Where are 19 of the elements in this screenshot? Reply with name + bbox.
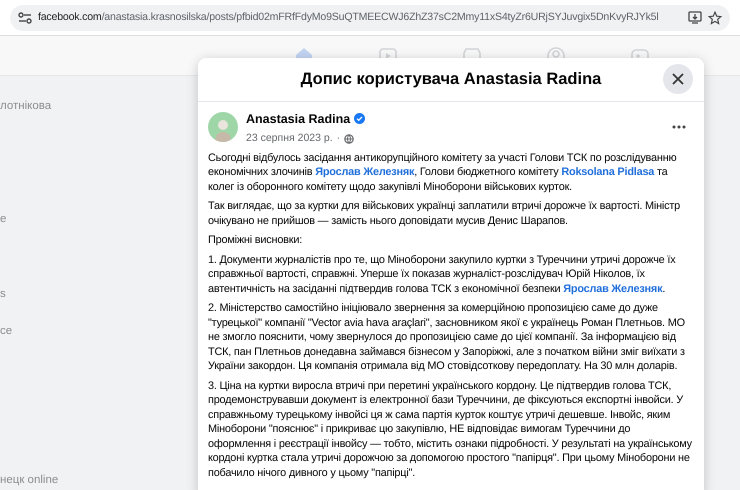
post-date[interactable]: 23 серпня 2023 р. bbox=[246, 131, 333, 147]
post-paragraph: 3. Ціна на куртки виросла втричі при перетині українського кордону. Це підтвердив голова ТСК, продемонструвавши документ із електронної бази Туреччини, де фіксуються експортні інвойси. У справжньому турецькому інвойсі ця ж сама партія курток коштує утричі дешевше. Інвойс, яким Міноборони "пояснює" і прикриває цю закупівлю, НЕ відповідає вимогам Туреччини до оформлення і реєстрації інвойсу — тобто, містить ознаки підробності. У результаті на українському кордоні куртка стала утричі дорожчою за допомогою простого "папірця". При цьому Міноборони не побачило нічого дивного у цьому "папірці". bbox=[208, 378, 693, 480]
separator: · bbox=[336, 131, 340, 146]
author-name[interactable]: Anastasia Radina bbox=[246, 110, 350, 128]
post-paragraph: Так виглядає, що за куртки для військових українці заплатили втричі дорожче їх вартості. Міністр очікувано не прийшов — замість нього доповідати мусив Денис Шарапов. bbox=[208, 199, 681, 228]
sidebar-item[interactable]: ce bbox=[0, 323, 12, 340]
profile-link[interactable]: Ярослав Железняк bbox=[315, 166, 414, 178]
sidebar-item[interactable]: лотнікова bbox=[0, 98, 52, 116]
post-paragraph: 1. Документи журналістів про те, що Міноборони закупило куртки з Туреччини утричі дорожче їх справжньої вартості, справжні. Уперше їх показав журналіст-розслідувач Юрій Ніколов, їх автентичність на засіданні підтвердив голова ТСК з економічної безпеки Ярослав Железняк. bbox=[208, 252, 676, 296]
address-bar[interactable]: facebook.com/anastasia.krasnosilska/posts/pfbid02mFRfFdyMo9SuQTMEECWJ6ZhZ37sC2Mmy11xS4tyZr6URjSYJuvgix5DnKvyRJYk5l bbox=[10, 4, 730, 30]
profile-link[interactable]: Ярослав Железняк bbox=[563, 282, 662, 295]
post-paragraph: Проміжні висновки: bbox=[208, 233, 304, 248]
dialog-title: Допис користувача Anastasia Radina bbox=[300, 69, 602, 90]
post-paragraph: 2. Міністерство самостійно ініціювало звернення за комерційною пропозицією саме до дуже "турецької" компанії "Vector avia hava araçlari", засновником якої є українець Роман Плетньов. МО не змогло пояснити, чому звернулося до пропозицією саме до цієї компанії. За інформацією від ТСК, пан Плетньов донедавна займався бізнесом у Запоріжжі, але з початком війни зміг виїхати з України закордон. Ця компанія отримала від МО стовідсоткову передоплату. На 30 млн доларів. bbox=[208, 301, 686, 374]
sidebar-item[interactable]: е bbox=[0, 211, 6, 228]
post-paragraph: Сьогодні відбулось засідання антикорупційного комітету за участі Голови ТСК по розслідуванню економічних злочинів Ярослав Железняк, Голови бюджетного комітету Roksolana Pidlasa та колег із оборонного комітету щодо закупівлі Міноборони військових курток. bbox=[208, 150, 678, 194]
profile-link[interactable]: Roksolana Pidlasa bbox=[561, 166, 654, 178]
sidebar-item[interactable]: s bbox=[0, 286, 6, 304]
sidebar-item[interactable]: нецк online bbox=[0, 472, 58, 490]
